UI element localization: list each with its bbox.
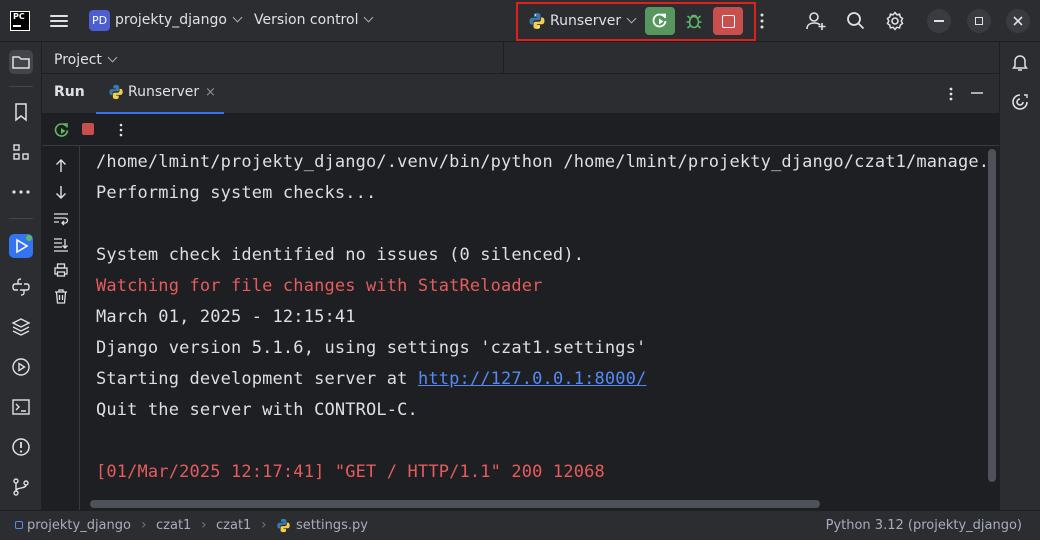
arrow-up-icon[interactable] [52, 157, 70, 175]
git-branch-icon[interactable] [9, 475, 33, 499]
console-line: /home/lmint/projekty_django/.venv/bin/py… [96, 152, 986, 172]
console-line: Performing system checks... [96, 183, 377, 203]
console-line: March 01, 2025 - 12:15:41 [96, 307, 356, 327]
rerun-icon[interactable] [53, 121, 71, 139]
rerun-icon [652, 13, 667, 28]
breadcrumb-folder[interactable]: czat1 [156, 518, 191, 533]
more-actions-icon[interactable] [118, 122, 124, 138]
left-tool-strip [0, 42, 42, 510]
notifications-icon[interactable] [1009, 51, 1031, 73]
scroll-to-end-icon[interactable] [52, 235, 70, 253]
bookmark-icon[interactable] [9, 100, 33, 124]
run-window-header: Run Runserver × [42, 74, 999, 114]
console-line: Quit the server with CONTROL-C. [96, 400, 418, 420]
python-icon [529, 13, 545, 29]
project-panel-header: Project [42, 42, 999, 74]
minimize-button[interactable] [927, 9, 951, 33]
version-control-menu[interactable]: Version control [254, 12, 374, 28]
run-config-label: Runserver [550, 13, 622, 29]
close-tab-icon[interactable]: × [205, 85, 216, 100]
main-menu-icon[interactable] [50, 12, 68, 30]
add-user-icon[interactable] [805, 10, 827, 32]
project-panel-label: Project [54, 52, 102, 68]
hide-panel-icon[interactable] [971, 92, 983, 94]
services-icon[interactable] [9, 355, 33, 379]
close-icon [1013, 16, 1023, 26]
more-tools-icon[interactable] [9, 180, 33, 204]
more-actions-icon[interactable] [758, 12, 766, 30]
title-bar: PC PD projekty_django Version control Ru… [0, 0, 1040, 42]
right-tool-strip [999, 42, 1040, 510]
arrow-down-icon[interactable] [52, 183, 70, 201]
close-button[interactable] [1006, 9, 1030, 33]
console-line: Django version 5.1.6, using settings 'cz… [96, 338, 647, 358]
stop-icon[interactable] [82, 123, 94, 135]
breadcrumb-file[interactable]: settings.py [296, 518, 368, 533]
maximize-button[interactable] [967, 9, 991, 33]
run-tool-icon[interactable] [9, 234, 33, 258]
panel-divider [503, 42, 504, 74]
console-line-warning: Watching for file changes with StatReloa… [96, 276, 543, 296]
console-line: System check identified no issues (0 sil… [96, 245, 585, 265]
server-url-link[interactable]: http://127.0.0.1:8000/ [418, 369, 646, 389]
console-output[interactable]: /home/lmint/projekty_django/.venv/bin/py… [81, 146, 986, 504]
project-badge[interactable]: PD [89, 10, 110, 31]
bug-icon [686, 14, 702, 29]
breadcrumb-separator: › [201, 517, 207, 533]
structure-icon[interactable] [9, 140, 33, 164]
strip-divider [9, 218, 33, 219]
project-name: projekty_django [115, 12, 227, 28]
debug-button[interactable] [681, 7, 707, 35]
stop-button[interactable] [713, 7, 743, 35]
run-config-selector[interactable]: Runserver [528, 10, 637, 32]
module-icon [15, 521, 23, 529]
breadcrumb-project[interactable]: projekty_django [27, 518, 131, 533]
run-window-title: Run [54, 84, 85, 100]
terminal-icon[interactable] [9, 395, 33, 419]
project-panel-title[interactable]: Project [54, 52, 118, 68]
trash-icon[interactable] [52, 287, 70, 305]
horizontal-scrollbar[interactable] [90, 500, 820, 508]
console-text: Starting development server at [96, 369, 418, 389]
console-line-request: [01/Mar/2025 12:17:41] "GET / HTTP/1.1" … [96, 462, 605, 482]
breadcrumb-separator: › [141, 517, 147, 533]
ai-assistant-icon[interactable] [1009, 91, 1031, 113]
console-line: Starting development server at http://12… [96, 369, 646, 393]
folder-icon[interactable] [9, 50, 33, 74]
soft-wrap-icon[interactable] [52, 209, 70, 227]
interpreter-selector[interactable]: Python 3.12 (projekty_django) [826, 518, 1022, 533]
chevron-down-icon [107, 52, 118, 63]
pycharm-logo-icon: PC [10, 11, 30, 31]
python-icon [109, 84, 123, 100]
run-toolbar [42, 114, 999, 146]
python-console-icon[interactable] [9, 275, 33, 299]
python-file-icon [277, 518, 290, 533]
layers-icon[interactable] [9, 315, 33, 339]
rerun-button[interactable] [645, 7, 675, 35]
project-selector[interactable]: projekty_django [115, 12, 243, 28]
tab-runserver[interactable]: Runserver × [96, 74, 224, 114]
version-control-label: Version control [254, 12, 359, 28]
problems-icon[interactable] [9, 435, 33, 459]
gear-icon[interactable] [884, 10, 906, 32]
status-bar: projekty_django › czat1 › czat1 › settin… [0, 510, 1040, 540]
chevron-down-icon [364, 12, 374, 23]
tab-label: Runserver [128, 84, 200, 100]
vertical-scrollbar[interactable] [988, 149, 996, 482]
breadcrumb-separator: › [261, 517, 267, 533]
chevron-down-icon [626, 13, 637, 23]
print-icon[interactable] [52, 261, 70, 279]
chevron-down-icon [232, 12, 243, 23]
search-icon[interactable] [845, 10, 867, 32]
strip-divider [9, 86, 33, 87]
console-gutter [42, 146, 80, 510]
more-options-icon[interactable] [947, 86, 955, 102]
breadcrumb-folder[interactable]: czat1 [216, 518, 251, 533]
